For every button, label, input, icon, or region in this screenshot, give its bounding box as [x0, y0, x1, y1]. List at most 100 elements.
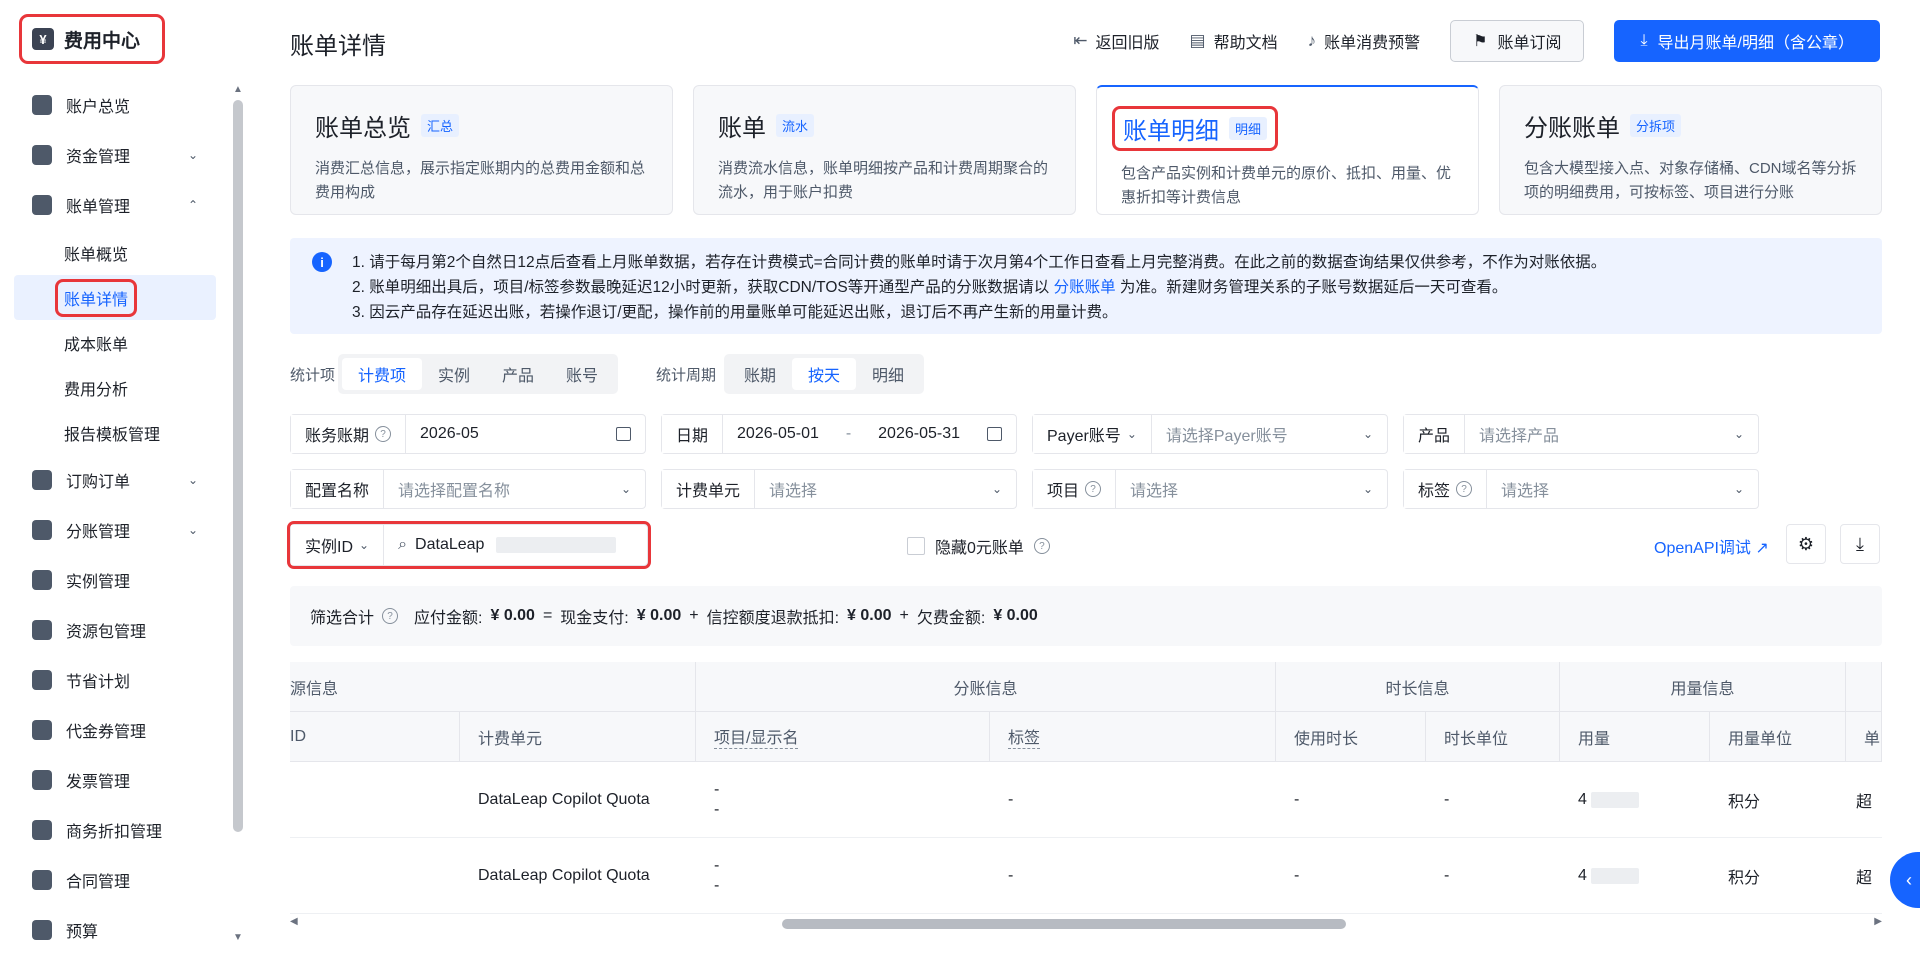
sidebar-item-split[interactable]: 分账管理 ⌄	[14, 505, 216, 555]
card-bill[interactable]: 账单 流水 消费流水信息，账单明细按产品和计费周期聚合的流水，用于账户扣费	[693, 85, 1076, 215]
back-to-old-link[interactable]: ⇤ 返回旧版	[1073, 29, 1159, 53]
col-header-duration[interactable]: 使用时长	[1276, 712, 1426, 762]
date-separator: -	[845, 425, 852, 442]
split-bill-link[interactable]: 分账账单	[1054, 279, 1116, 296]
scroll-left-icon[interactable]: ◀	[290, 916, 298, 927]
sidebar-item-funds[interactable]: 资金管理 ⌄	[14, 130, 216, 180]
date-range-field[interactable]: 日期 2026-05-01 - 2026-05-31	[661, 414, 1017, 454]
checkbox-box[interactable]	[907, 537, 925, 555]
sidebar-sub-bill-detail[interactable]: 账单详情	[14, 275, 216, 320]
scroll-right-icon[interactable]: ▶	[1874, 916, 1882, 927]
instance-id-field[interactable]: 实例ID ⌄ ⌕ DataLeap	[287, 521, 651, 569]
card-bill-overview[interactable]: 账单总览 汇总 消费汇总信息，展示指定账期内的总费用金额和总费用构成	[290, 85, 673, 215]
product-field[interactable]: 产品 请选择产品 ⌄	[1403, 414, 1759, 454]
label-text: 实例ID	[305, 539, 354, 556]
brand[interactable]: ¥ 费用中心	[19, 14, 165, 64]
notice-box: i 1. 请于每月第2个自然日12点后查看上月账单数据，若存在计费模式=合同计费…	[290, 238, 1882, 334]
config-name-field[interactable]: 配置名称 请选择配置名称 ⌄	[290, 469, 646, 509]
cell-usage-unit: 积分	[1710, 762, 1846, 838]
field-label: 计费单元	[662, 470, 756, 508]
cell-id	[290, 838, 460, 914]
chevron-down-icon: ⌄	[991, 482, 1002, 496]
subscribe-button[interactable]: ⚑ 账单订阅	[1450, 20, 1585, 62]
sidebar-item-orders[interactable]: 订购订单 ⌄	[14, 455, 216, 505]
gear-icon: ⚙	[1797, 533, 1815, 554]
cell-usage-unit: 积分	[1710, 838, 1846, 914]
tag-field[interactable]: 标签? 请选择 ⌄	[1403, 469, 1759, 509]
cell-unit: DataLeap Copilot Quota	[460, 762, 696, 838]
sidebar-item-account-overview[interactable]: 账户总览	[14, 80, 216, 130]
stats-option-account[interactable]: 账号	[550, 358, 614, 390]
openapi-debug-link[interactable]: OpenAPI调试 ↗	[1654, 534, 1769, 558]
sidebar-item-bills[interactable]: 账单管理 ⌃	[14, 180, 216, 230]
sidebar-item-budget[interactable]: 预算	[14, 905, 216, 954]
sidebar-sub-report-template[interactable]: 报告模板管理	[14, 410, 216, 455]
wallet-icon	[32, 145, 52, 165]
book-icon: ▤	[1189, 31, 1206, 50]
sidebar-sub-cost-bill[interactable]: 成本账单	[14, 320, 216, 365]
col-label: 用量单位	[1728, 730, 1793, 748]
stats-option-product[interactable]: 产品	[486, 358, 550, 390]
sidebar-sub-bill-overview[interactable]: 账单概览	[14, 230, 216, 275]
col-header-next[interactable]: 单	[1846, 712, 1882, 762]
stats-option-instance[interactable]: 实例	[422, 358, 486, 390]
scroll-up-icon[interactable]: ▲	[233, 84, 243, 95]
period-option-daily[interactable]: 按天	[792, 358, 857, 390]
tag-icon	[32, 820, 52, 840]
export-button[interactable]: ⤓ 导出月账单/明细（含公章）	[1614, 20, 1880, 62]
sidebar-scrollbar[interactable]	[233, 100, 243, 832]
col-header-unit[interactable]: 计费单元	[460, 712, 696, 762]
card-split-bill[interactable]: 分账账单 分拆项 包含大模型接入点、对象存储桶、CDN域名等分拆项的明细费用，可按…	[1499, 85, 1882, 215]
hide-zero-checkbox[interactable]: 隐藏0元账单?	[907, 534, 1050, 558]
col-header-usage[interactable]: 用量	[1560, 712, 1710, 762]
field-label: 产品	[1404, 415, 1466, 453]
col-header-tag[interactable]: 标签	[990, 712, 1276, 762]
download-button[interactable]: ⤓	[1840, 524, 1880, 564]
group-header-usage: 用量信息	[1560, 662, 1846, 712]
instance-search-input[interactable]: ⌕ DataLeap	[384, 536, 647, 554]
budget-icon	[32, 920, 52, 940]
notice-line-3: 3. 因云产品存在延迟出账，若操作退订/更配，操作前的用量账单可能延迟出账，退订…	[352, 304, 1118, 321]
instance-type-select[interactable]: 实例ID ⌄	[291, 525, 385, 565]
col-header-id[interactable]: ID	[290, 712, 460, 762]
sidebar-item-label: 账单管理	[66, 199, 131, 216]
sidebar-item-discounts[interactable]: 商务折扣管理	[14, 805, 216, 855]
col-header-duration-unit[interactable]: 时长单位	[1426, 712, 1560, 762]
sidebar-item-coupons[interactable]: 代金券管理	[14, 705, 216, 755]
period-label: 统计周期	[656, 367, 717, 384]
period-segment: 账期 按天 明细	[724, 354, 925, 394]
payer-account-field[interactable]: Payer账号 ⌄ 请选择Payer账号 ⌄	[1032, 414, 1388, 454]
stats-option-billing-item[interactable]: 计费项	[342, 358, 423, 390]
project-field[interactable]: 项目? 请选择 ⌄	[1032, 469, 1388, 509]
label-text: 标签	[1418, 483, 1451, 500]
date-start: 2026-05-01	[737, 425, 819, 442]
period-option-detail[interactable]: 明细	[856, 358, 920, 390]
period-option-billing[interactable]: 账期	[728, 358, 792, 390]
table-horizontal-scrollbar[interactable]: ◀ ▶	[290, 916, 1882, 930]
billing-unit-field[interactable]: 计费单元 请选择 ⌄	[661, 469, 1017, 509]
label-text: 项目	[1047, 483, 1080, 500]
bill-alert-link[interactable]: ♪ 账单消费预警	[1308, 29, 1421, 53]
sidebar-item-instances[interactable]: 实例管理	[14, 555, 216, 605]
sidebar-sub-label: 成本账单	[64, 336, 129, 354]
sidebar-item-packages[interactable]: 资源包管理	[14, 605, 216, 655]
billing-period-field[interactable]: 账务账期? 2026-05	[290, 414, 646, 454]
scrollbar-thumb[interactable]	[782, 919, 1346, 929]
group-header-source: 源信息	[290, 662, 696, 712]
sidebar-item-label: 订购订单	[66, 474, 131, 491]
notice-text: 2. 账单明细出具后，项目/标签参数最晚延迟12小时更新，获取CDN/TOS等开…	[352, 279, 1050, 296]
col-header-project[interactable]: 项目/显示名	[696, 712, 990, 762]
sidebar-sub-cost-analysis[interactable]: 费用分析	[14, 365, 216, 410]
settings-button[interactable]: ⚙	[1786, 524, 1826, 564]
field-label[interactable]: Payer账号 ⌄	[1033, 415, 1152, 453]
col-header-usage-unit[interactable]: 用量单位	[1710, 712, 1846, 762]
scroll-down-icon[interactable]: ▼	[233, 932, 243, 943]
usage-value: 4	[1578, 866, 1587, 884]
card-bill-detail[interactable]: 账单明细 明细 包含产品实例和计费单元的原价、抵扣、用量、优惠折扣等计费信息	[1096, 85, 1479, 215]
date-end: 2026-05-31	[878, 425, 960, 442]
group-header-duration: 时长信息	[1276, 662, 1560, 712]
sidebar-item-contracts[interactable]: 合同管理	[14, 855, 216, 905]
sidebar-item-invoices[interactable]: 发票管理	[14, 755, 216, 805]
help-docs-link[interactable]: ▤ 帮助文档	[1190, 29, 1278, 53]
sidebar-item-savings[interactable]: 节省计划	[14, 655, 216, 705]
